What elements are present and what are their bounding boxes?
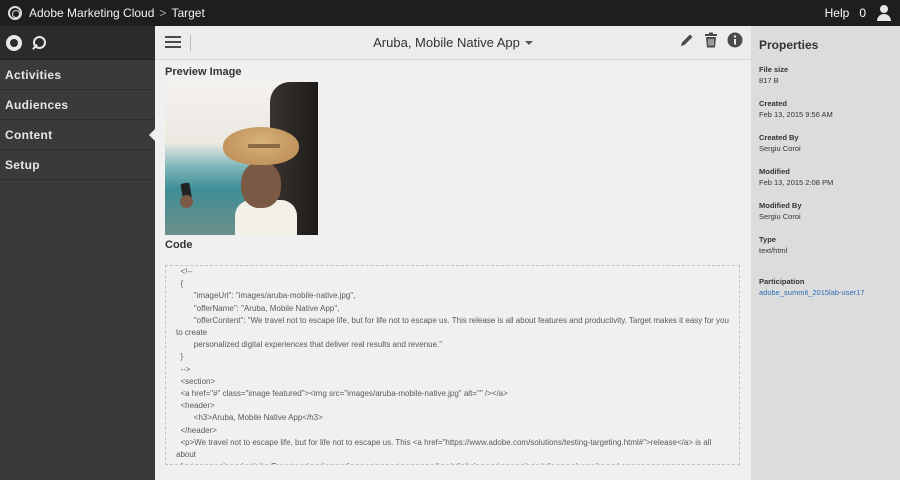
title-dropdown[interactable]: Aruba, Mobile Native App xyxy=(155,35,751,50)
notification-count[interactable]: 0 xyxy=(859,6,866,20)
sidebar-rail xyxy=(0,26,155,60)
sidebar-item-content[interactable]: Content xyxy=(0,120,155,150)
property-value: Feb 13, 2015 9:56 AM xyxy=(759,110,833,119)
sidebar-item-audiences[interactable]: Audiences xyxy=(0,90,155,120)
participation-link[interactable]: adobe_summit_2015lab-user17 xyxy=(759,287,892,299)
top-bar-actions: Help 0 xyxy=(825,5,892,21)
property-label: Type xyxy=(759,235,776,244)
adobe-logo-icon[interactable] xyxy=(8,6,22,20)
property-modified: Modified Feb 13, 2015 2:08 PM xyxy=(759,167,892,189)
app-brand[interactable]: Adobe Marketing Cloud xyxy=(29,6,154,20)
page-title: Aruba, Mobile Native App xyxy=(373,35,520,50)
top-bar: Adobe Marketing Cloud > Target Help 0 xyxy=(0,0,900,26)
trash-icon[interactable] xyxy=(704,32,718,53)
property-value: Sergiu Coroi xyxy=(759,212,801,221)
property-value: 817 B xyxy=(759,76,779,85)
preview-image xyxy=(165,82,318,235)
user-icon[interactable] xyxy=(876,5,892,21)
dropdown-caret-icon xyxy=(524,41,533,45)
pencil-icon[interactable] xyxy=(679,32,695,53)
toolbar-actions xyxy=(679,32,743,53)
properties-heading: Properties xyxy=(759,38,819,52)
left-sidebar: Activities Audiences Content Setup xyxy=(0,26,155,480)
properties-panel: Properties File size 817 B Created Feb 1… xyxy=(751,26,900,480)
preview-image-label: Preview Image xyxy=(165,66,242,78)
content-area: Preview Image Code <!-- { "imageUrl": "i… xyxy=(155,60,751,471)
property-modified-by: Modified By Sergiu Coroi xyxy=(759,201,892,223)
code-label: Code xyxy=(165,239,193,251)
help-link[interactable]: Help xyxy=(825,6,850,20)
property-label: File size xyxy=(759,65,789,74)
property-file-size: File size 817 B xyxy=(759,65,892,87)
sidebar-item-setup[interactable]: Setup xyxy=(0,150,155,180)
property-value: text/html xyxy=(759,246,788,255)
code-block[interactable]: <!-- { "imageUrl": "images/aruba-mobile-… xyxy=(165,265,740,465)
sidebar-item-activities[interactable]: Activities xyxy=(0,60,155,90)
property-created: Created Feb 13, 2015 9:56 AM xyxy=(759,99,892,121)
breadcrumb-separator: > xyxy=(159,6,167,20)
property-participation: Participation adobe_summit_2015lab-user1… xyxy=(759,277,892,299)
property-type: Type text/html xyxy=(759,235,892,257)
property-label: Participation xyxy=(759,277,805,286)
property-label: Modified By xyxy=(759,201,802,210)
breadcrumb-target[interactable]: Target xyxy=(171,6,204,20)
property-created-by: Created By Sergiu Coroi xyxy=(759,133,892,155)
property-value: Feb 13, 2015 2:08 PM xyxy=(759,178,834,187)
property-value: Sergiu Coroi xyxy=(759,144,801,153)
adobe-logo-icon[interactable] xyxy=(6,34,22,51)
info-icon[interactable] xyxy=(727,32,743,53)
main-panel: Aruba, Mobile Native App Preview Image C… xyxy=(155,26,751,480)
toolbar: Aruba, Mobile Native App xyxy=(155,26,751,60)
property-label: Created By xyxy=(759,133,799,142)
property-label: Modified xyxy=(759,167,790,176)
property-label: Created xyxy=(759,99,787,108)
search-icon[interactable] xyxy=(30,35,46,51)
